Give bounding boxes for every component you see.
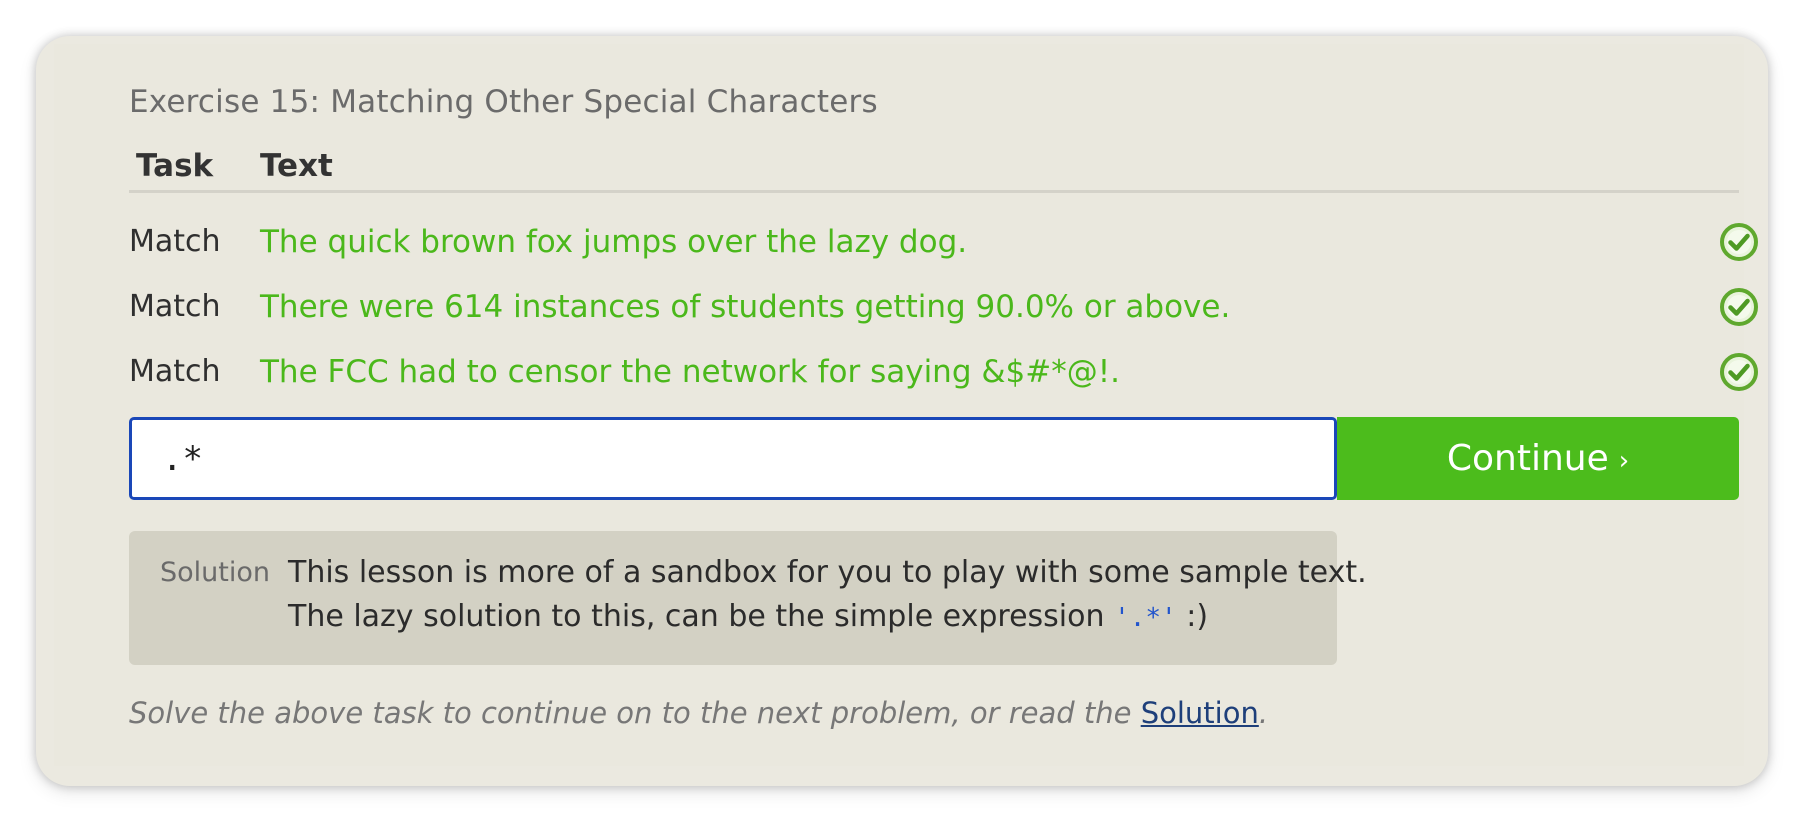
check-circle-icon xyxy=(1720,353,1758,391)
solution-line-2-prefix: The lazy solution to this, can be the si… xyxy=(288,599,1105,634)
row-sample-text: The FCC had to censor the network for sa… xyxy=(260,354,1121,390)
footer-hint: Solve the above task to continue on to t… xyxy=(129,696,1268,730)
table-row: Match There were 614 instances of studen… xyxy=(129,287,1758,343)
solution-text-line-2: The lazy solution to this, can be the si… xyxy=(288,599,1208,634)
exercise-title: Exercise 15: Matching Other Special Char… xyxy=(129,84,878,120)
header-divider xyxy=(129,190,1739,193)
row-task-label: Match xyxy=(129,354,221,389)
solution-panel: Solution This lesson is more of a sandbo… xyxy=(129,531,1367,665)
regex-input[interactable] xyxy=(129,417,1337,500)
solution-label: Solution xyxy=(160,557,270,588)
chevron-right-icon: › xyxy=(1618,445,1630,476)
solution-text-line-1: This lesson is more of a sandbox for you… xyxy=(288,555,1367,590)
column-header-task: Task xyxy=(136,148,214,184)
column-header-text: Text xyxy=(260,148,333,184)
row-sample-text: There were 614 instances of students get… xyxy=(260,289,1231,325)
exercise-panel: Exercise 15: Matching Other Special Char… xyxy=(54,44,1758,766)
footer-period: . xyxy=(1258,696,1269,730)
row-task-label: Match xyxy=(129,289,221,324)
table-row: Match The quick brown fox jumps over the… xyxy=(129,222,1758,278)
solution-code: '.*' xyxy=(1114,603,1177,633)
check-circle-icon xyxy=(1720,288,1758,326)
solution-line-2-suffix: :) xyxy=(1186,599,1209,634)
check-circle-icon xyxy=(1720,223,1758,261)
table-row: Match The FCC had to censor the network … xyxy=(129,352,1758,408)
row-sample-text: The quick brown fox jumps over the lazy … xyxy=(260,224,968,260)
exercise-window: Exercise 15: Matching Other Special Char… xyxy=(36,36,1768,786)
continue-button[interactable]: Continue › xyxy=(1337,417,1739,500)
row-task-label: Match xyxy=(129,224,221,259)
solution-link[interactable]: Solution xyxy=(1141,696,1259,730)
footer-hint-text: Solve the above task to continue on to t… xyxy=(129,696,1132,730)
continue-button-label: Continue xyxy=(1446,438,1609,479)
